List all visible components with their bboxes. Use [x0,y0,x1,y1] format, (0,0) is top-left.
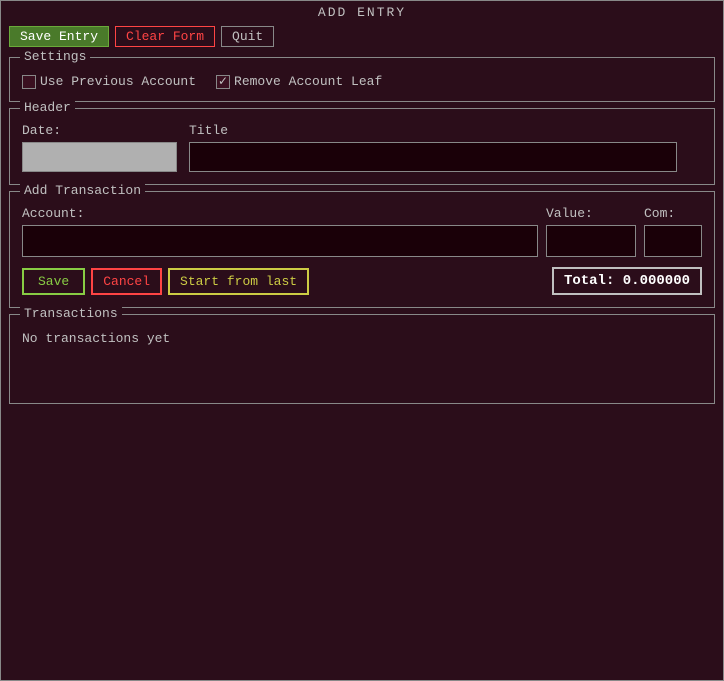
add-transaction-section: Add Transaction Account: Value: Com: Sav… [9,191,715,308]
save-entry-button[interactable]: Save Entry [9,26,109,47]
clear-form-button[interactable]: Clear Form [115,26,215,47]
header-label: Header [20,100,75,115]
title-input[interactable] [189,142,677,172]
transactions-label: Transactions [20,306,122,321]
toolbar: Save Entry Clear Form Quit [1,22,723,53]
date-input[interactable] [22,142,177,172]
save-transaction-button[interactable]: Save [22,268,85,295]
total-value: 0.000000 [623,273,690,289]
header-section: Header Date: Title [9,108,715,185]
transaction-buttons: Save Cancel Start from last [22,268,309,295]
total-label: Total: [564,273,614,289]
value-input[interactable] [546,225,636,257]
main-window: ADD ENTRY Save Entry Clear Form Quit Set… [0,0,724,681]
com-field-group: Com: [644,206,702,257]
remove-account-leaf-label: Remove Account Leaf [234,74,382,89]
title-label: Title [189,123,677,138]
transactions-section: Transactions No transactions yet [9,314,715,404]
total-display: Total: 0.000000 [552,267,702,295]
com-label: Com: [644,206,702,221]
cancel-transaction-button[interactable]: Cancel [91,268,162,295]
date-label: Date: [22,123,177,138]
com-input[interactable] [644,225,702,257]
account-input[interactable] [22,225,538,257]
settings-row: Use Previous Account Remove Account Leaf [22,68,702,89]
value-field-group: Value: [546,206,636,257]
settings-section: Settings Use Previous Account Remove Acc… [9,57,715,102]
settings-label: Settings [20,49,90,64]
remove-account-leaf-checkbox[interactable] [216,75,230,89]
add-transaction-label: Add Transaction [20,183,145,198]
date-field-group: Date: [22,123,177,172]
start-from-last-button[interactable]: Start from last [168,268,309,295]
use-previous-account-checkbox[interactable] [22,75,36,89]
title-bar: ADD ENTRY [1,1,723,22]
value-label: Value: [546,206,636,221]
account-field-group: Account: [22,206,538,257]
quit-button[interactable]: Quit [221,26,274,47]
use-previous-account-label: Use Previous Account [40,74,196,89]
account-label: Account: [22,206,538,221]
transaction-fields: Account: Value: Com: [22,202,702,257]
remove-account-leaf-item[interactable]: Remove Account Leaf [216,74,382,89]
transaction-actions: Save Cancel Start from last Total: 0.000… [22,267,702,295]
use-previous-account-item[interactable]: Use Previous Account [22,74,196,89]
no-transactions-message: No transactions yet [22,325,702,346]
window-title: ADD ENTRY [318,5,406,20]
header-fields: Date: Title [22,119,702,172]
title-field-group: Title [189,123,677,172]
